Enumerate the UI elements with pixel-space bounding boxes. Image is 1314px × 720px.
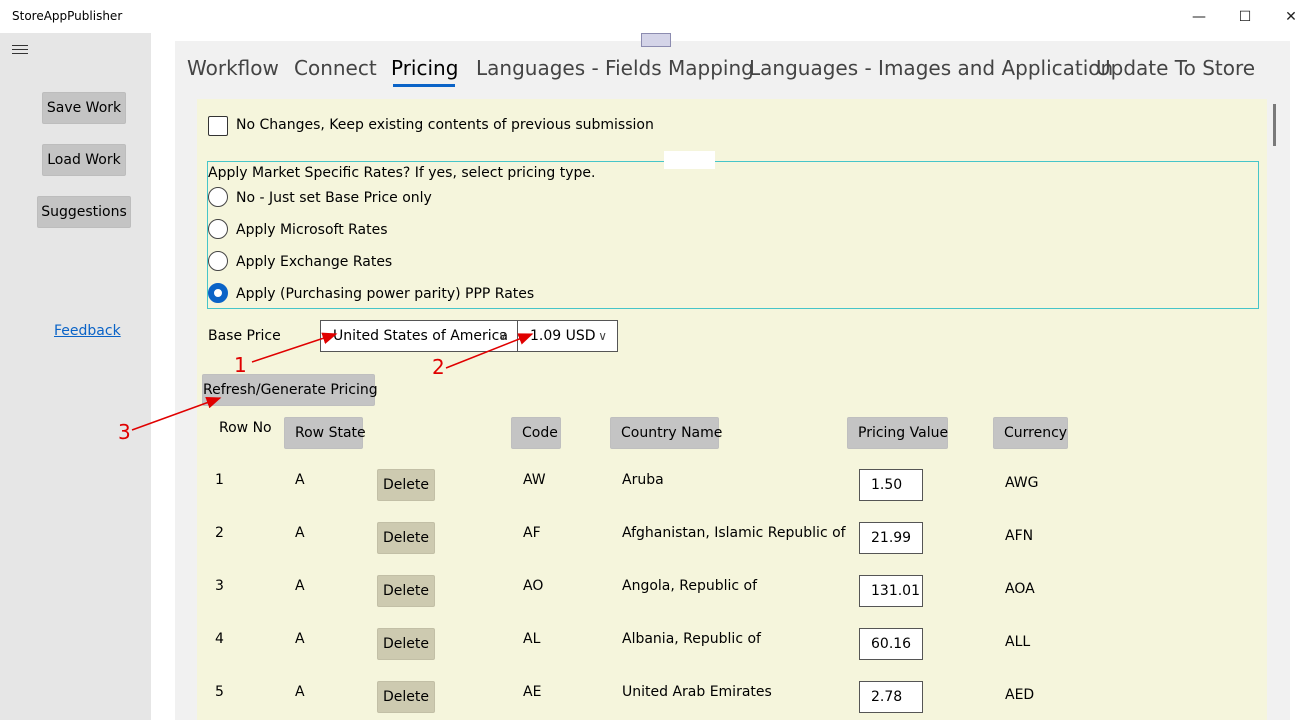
radio-ppp-rates-label: Apply (Purchasing power parity) PPP Rate… bbox=[236, 286, 535, 302]
radio-microsoft-rates[interactable] bbox=[208, 219, 228, 239]
row-currency: AOA bbox=[1005, 581, 1035, 597]
tab-workflow[interactable]: Workflow bbox=[187, 56, 279, 80]
radio-base-price-only[interactable] bbox=[208, 187, 228, 207]
base-country-dropdown[interactable]: United States of America ∨ bbox=[320, 320, 518, 352]
header-country-name[interactable]: Country Name bbox=[610, 417, 722, 449]
tab-connect[interactable]: Connect bbox=[294, 56, 377, 80]
row-currency: ALL bbox=[1005, 634, 1031, 650]
row-no: 1 bbox=[215, 472, 224, 488]
radio-ppp-rates[interactable] bbox=[208, 283, 228, 303]
feedback-link[interactable]: Feedback bbox=[54, 323, 121, 339]
header-code[interactable]: Code bbox=[511, 417, 561, 449]
pricing-value-input[interactable]: 60.16 bbox=[859, 628, 923, 660]
row-state: A bbox=[295, 684, 305, 700]
row-currency: AED bbox=[1005, 687, 1035, 703]
row-no: 2 bbox=[215, 525, 224, 541]
pricing-value-input[interactable]: 2.78 bbox=[859, 681, 923, 713]
close-button[interactable]: ✕ bbox=[1268, 0, 1314, 33]
refresh-pricing-button[interactable]: Refresh/Generate Pricing bbox=[202, 374, 378, 406]
no-changes-label: No Changes, Keep existing contents of pr… bbox=[236, 117, 654, 133]
row-code: AW bbox=[523, 472, 546, 488]
annotation-label-1: 1 bbox=[234, 353, 247, 377]
hamburger-menu-icon[interactable] bbox=[12, 45, 28, 57]
drag-handle-icon[interactable] bbox=[641, 33, 671, 47]
chevron-down-icon: ∨ bbox=[498, 329, 507, 343]
title-bar: StoreAppPublisher — ☐ ✕ bbox=[0, 0, 1314, 33]
row-country-name: Albania, Republic of bbox=[622, 631, 761, 647]
save-work-button[interactable]: Save Work bbox=[42, 92, 126, 124]
row-code: AE bbox=[523, 684, 542, 700]
minimize-button[interactable]: — bbox=[1176, 0, 1222, 33]
header-currency[interactable]: Currency bbox=[993, 417, 1068, 449]
row-no: 3 bbox=[215, 578, 224, 594]
row-currency: AWG bbox=[1005, 475, 1039, 491]
pricing-value-input[interactable]: 1.50 bbox=[859, 469, 923, 501]
chevron-down-icon: ∨ bbox=[598, 329, 607, 343]
suggestions-button[interactable]: Suggestions bbox=[37, 196, 131, 228]
vertical-scrollbar[interactable] bbox=[1273, 104, 1276, 146]
pricing-value-input[interactable]: 131.01 bbox=[859, 575, 923, 607]
active-tab-indicator bbox=[393, 84, 455, 87]
delete-row-button[interactable]: Delete bbox=[377, 681, 435, 713]
row-no: 4 bbox=[215, 631, 224, 647]
load-work-button[interactable]: Load Work bbox=[42, 144, 126, 176]
delete-row-button[interactable]: Delete bbox=[377, 469, 435, 501]
row-code: AL bbox=[523, 631, 541, 647]
header-row-no: Row No bbox=[219, 420, 272, 436]
row-currency: AFN bbox=[1005, 528, 1034, 544]
radio-exchange-rates-label: Apply Exchange Rates bbox=[236, 254, 393, 270]
white-patch bbox=[664, 151, 715, 169]
market-prompt-label: Apply Market Specific Rates? If yes, sel… bbox=[208, 165, 596, 181]
tab-pricing[interactable]: Pricing bbox=[391, 56, 458, 80]
row-state: A bbox=[295, 472, 305, 488]
row-state: A bbox=[295, 525, 305, 541]
radio-microsoft-rates-label: Apply Microsoft Rates bbox=[236, 222, 388, 238]
row-country-name: Afghanistan, Islamic Republic of bbox=[622, 525, 846, 541]
header-row-state[interactable]: Row State bbox=[284, 417, 366, 449]
base-price-label: Base Price bbox=[208, 328, 281, 344]
row-no: 5 bbox=[215, 684, 224, 700]
row-country-name: Aruba bbox=[622, 472, 664, 488]
base-amount-value: 1.09 USD bbox=[530, 328, 596, 344]
tab-languages-images-application[interactable]: Languages - Images and Application bbox=[749, 56, 1113, 80]
sidebar: Save Work Load Work Suggestions Feedback bbox=[0, 33, 151, 720]
tab-languages-fields-mapping[interactable]: Languages - Fields Mapping bbox=[476, 56, 754, 80]
base-country-value: United States of America bbox=[333, 328, 508, 344]
annotation-label-2: 2 bbox=[432, 355, 445, 379]
row-country-name: United Arab Emirates bbox=[622, 684, 772, 700]
maximize-button[interactable]: ☐ bbox=[1222, 0, 1268, 33]
delete-row-button[interactable]: Delete bbox=[377, 522, 435, 554]
row-state: A bbox=[295, 578, 305, 594]
header-pricing-value[interactable]: Pricing Value bbox=[847, 417, 948, 449]
base-amount-dropdown[interactable]: 1.09 USD ∨ bbox=[517, 320, 618, 352]
delete-row-button[interactable]: Delete bbox=[377, 575, 435, 607]
row-code: AF bbox=[523, 525, 541, 541]
radio-exchange-rates[interactable] bbox=[208, 251, 228, 271]
radio-base-price-only-label: No - Just set Base Price only bbox=[236, 190, 432, 206]
tab-update-to-store[interactable]: Update To Store bbox=[1096, 56, 1255, 80]
no-changes-checkbox[interactable] bbox=[208, 116, 228, 136]
pricing-value-input[interactable]: 21.99 bbox=[859, 522, 923, 554]
row-country-name: Angola, Republic of bbox=[622, 578, 758, 594]
row-code: AO bbox=[523, 578, 544, 594]
delete-row-button[interactable]: Delete bbox=[377, 628, 435, 660]
row-state: A bbox=[295, 631, 305, 647]
window-title: StoreAppPublisher bbox=[12, 9, 123, 23]
annotation-label-3: 3 bbox=[118, 420, 131, 444]
